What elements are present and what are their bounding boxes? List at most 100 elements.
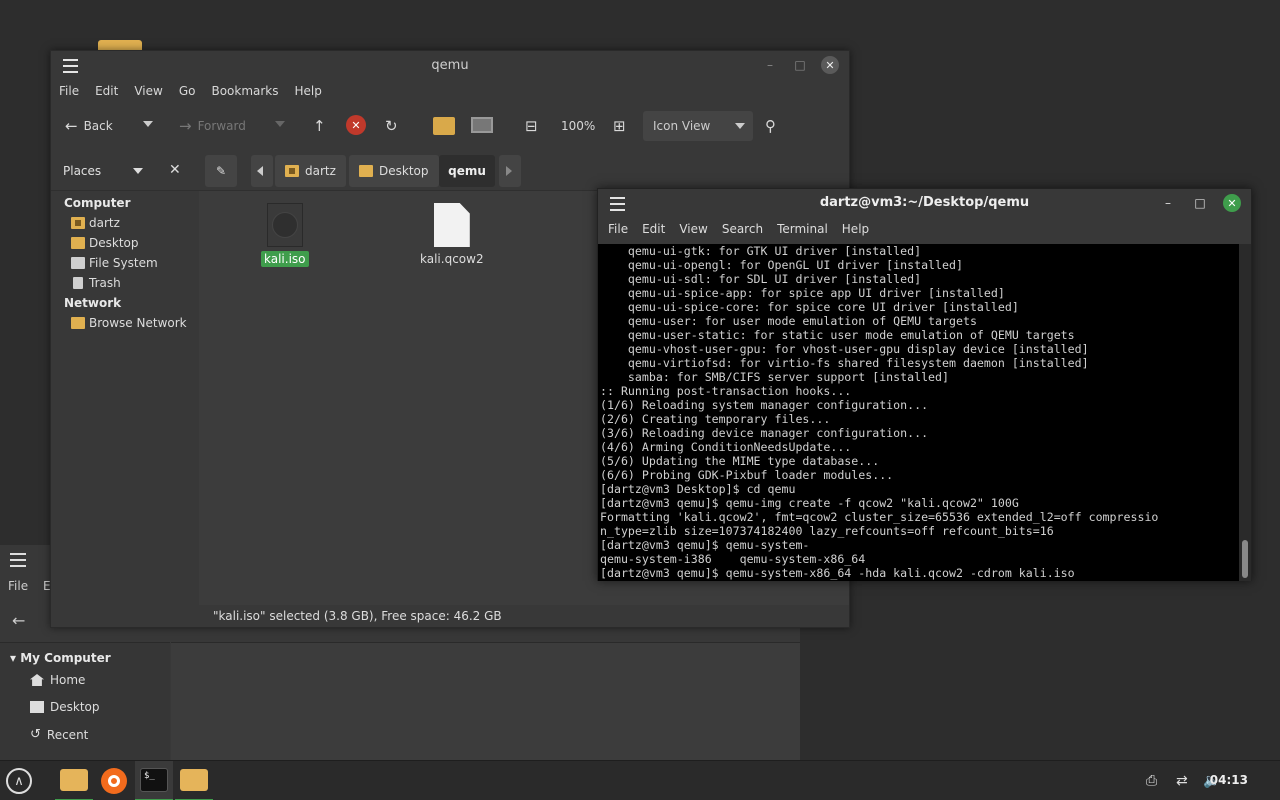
disc-icon [266,203,303,247]
menu-search[interactable]: Search [722,222,763,243]
computer-icon [471,117,493,133]
section-network: Network [64,296,122,310]
menu-terminal[interactable]: Terminal [777,222,828,243]
reload-icon: ↻ [385,117,398,135]
zoom-in-button[interactable]: ⊞ [613,117,626,135]
hamburger-menu-icon[interactable] [10,553,26,567]
document-icon [433,203,470,247]
minimize-button[interactable]: – [761,56,779,74]
sidebar-item-dartz[interactable]: dartz [71,216,120,230]
zoom-out-icon: ⊟ [525,117,538,135]
taskbar-files-window[interactable] [175,761,213,800]
up-button[interactable]: ↑ [313,117,326,135]
sidebar-item-file-system[interactable]: File System [71,256,158,270]
bg-sidebar-header[interactable]: ▾ My Computer [10,651,111,665]
maximize-button[interactable]: □ [1191,194,1209,212]
clock-icon: ↺ [30,727,41,742]
home-folder-icon [71,217,85,229]
clock[interactable]: 04:13 [1210,773,1248,787]
menu-edit[interactable]: Edit [95,81,126,103]
file-label: kali.qcow2 [420,252,484,266]
breadcrumb-desktop[interactable]: Desktop [349,155,439,187]
app-menu-icon: ∧ [6,768,32,794]
menu-view[interactable]: View [134,81,170,103]
network-icon[interactable]: ⇄ [1176,773,1188,789]
breadcrumb-right-button[interactable] [499,155,521,187]
folder-icon [359,165,373,177]
maximize-button[interactable]: □ [791,56,809,74]
menu-file[interactable]: File [608,222,628,243]
view-mode-select[interactable]: Icon View [643,111,753,141]
bg-sidebar-item-home[interactable]: Home [30,673,85,687]
titlebar[interactable]: qemu – □ ✕ [51,51,849,81]
back-button[interactable]: ← Back [65,117,113,135]
file-item-kali-qcow2[interactable]: kali.qcow2 [417,203,487,267]
close-sidebar-icon[interactable]: ✕ [169,162,181,178]
file-label: kali.iso [261,251,309,267]
menu-help[interactable]: Help [295,81,330,103]
file-item-kali-iso[interactable]: kali.iso [261,203,309,267]
menu-view[interactable]: View [679,222,707,243]
menu-help[interactable]: Help [842,222,869,243]
printer-icon[interactable]: ⎙ [1146,773,1157,789]
folder-icon [71,237,85,249]
taskbar-files-launcher[interactable] [55,761,93,800]
taskbar-firefox-launcher[interactable] [95,761,133,800]
sidebar-item-desktop[interactable]: Desktop [71,236,139,250]
menu-go[interactable]: Go [179,81,204,103]
breadcrumb-qemu[interactable]: qemu [439,155,495,187]
bg-main-area [171,642,800,760]
sidebar-item-trash[interactable]: Trash [71,276,121,290]
titlebar[interactable]: dartz@vm3:~/Desktop/qemu – □ ✕ [598,189,1251,217]
taskbar-terminal[interactable]: $_ [135,761,173,800]
forward-history-dropdown[interactable] [275,121,285,127]
close-button[interactable]: ✕ [821,56,839,74]
home-icon [30,674,44,686]
forward-button[interactable]: → Forward [179,117,246,135]
search-button[interactable]: ⚲ [765,117,776,135]
edit-location-button[interactable]: ✎ [205,155,237,187]
reload-button[interactable]: ↻ [385,117,398,135]
bg-sidebar-item-recent[interactable]: ↺ Recent [30,727,88,742]
chevron-down-icon [275,121,285,127]
menu-button[interactable]: ∧ [0,761,38,800]
network-folder-icon [71,317,85,329]
back-arrow-icon: ← [65,117,78,135]
zoom-out-button[interactable]: ⊟ [525,117,538,135]
terminal-output[interactable]: qemu-ui-gtk: for GTK UI driver [installe… [598,244,1241,581]
computer-button[interactable] [471,117,493,133]
window-title: dartz@vm3:~/Desktop/qemu [819,195,1030,210]
minimize-button[interactable]: – [1159,194,1177,212]
menubar: File Edit View Search Terminal Help [598,217,1251,243]
bg-menu-file[interactable]: File [8,579,28,593]
menubar: File Edit View Go Bookmarks Help [51,81,849,103]
home-button[interactable] [433,117,455,135]
bg-sidebar-item-desktop[interactable]: Desktop [30,700,100,714]
pencil-icon: ✎ [215,164,227,178]
breadcrumb-dartz[interactable]: dartz [275,155,346,187]
menu-file[interactable]: File [59,81,87,103]
zoom-level: 100% [561,119,596,133]
chevron-left-icon [257,166,263,176]
desktop-icon [30,701,44,713]
zoom-in-icon: ⊞ [613,117,626,135]
scrollbar-thumb[interactable] [1242,540,1248,578]
places-selector[interactable]: Places ✕ [51,151,199,191]
scrollbar[interactable] [1239,244,1251,581]
sidebar-item-browse-network[interactable]: Browse Network [71,316,187,330]
close-button[interactable]: ✕ [1223,194,1241,212]
chevron-right-icon [506,166,512,176]
search-icon: ⚲ [765,117,776,135]
section-computer: Computer [64,196,131,210]
terminal-icon: $_ [140,768,168,792]
stop-button[interactable]: ✕ [346,115,366,135]
back-arrow-icon[interactable]: ← [12,611,25,630]
back-history-dropdown[interactable] [143,121,153,127]
chevron-down-icon [143,121,153,127]
breadcrumb-left-button[interactable] [251,155,273,187]
forward-arrow-icon: → [179,117,192,135]
places-sidebar: Places ✕ Computer dartz Desktop File Sys… [51,151,199,627]
menu-bookmarks[interactable]: Bookmarks [211,81,286,103]
menu-edit[interactable]: Edit [642,222,665,243]
drive-icon [71,257,85,269]
